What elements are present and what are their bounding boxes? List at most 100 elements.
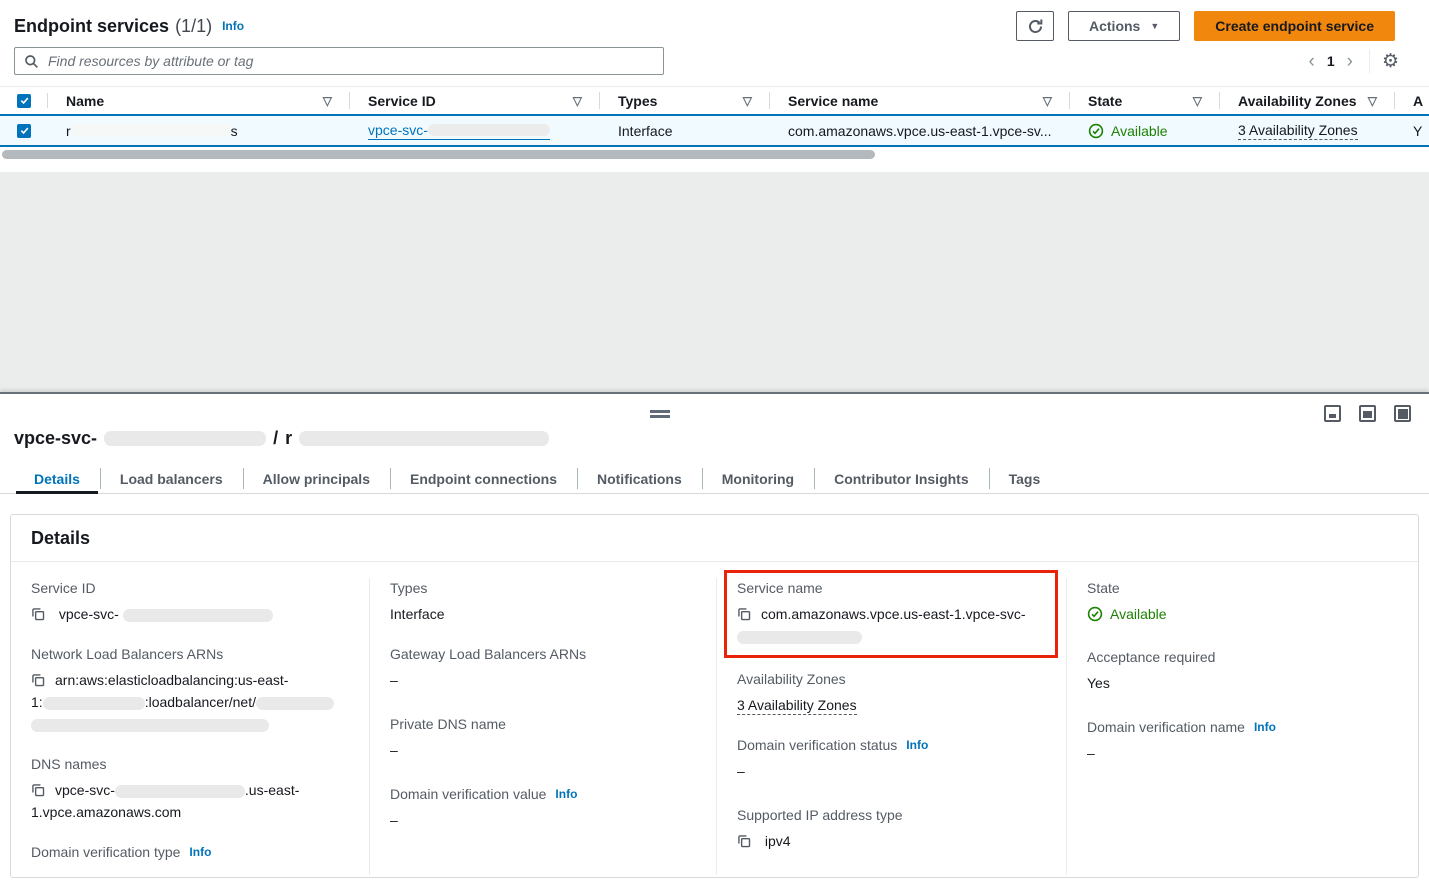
dns-name-line2: 1.vpce.amazonaws.com bbox=[31, 804, 181, 820]
service-name-highlight-box: Service name com.amazonaws.vpce.us-east-… bbox=[724, 570, 1058, 658]
field-value: – bbox=[737, 760, 1046, 782]
copy-icon[interactable] bbox=[31, 783, 45, 797]
field-value: – bbox=[1087, 742, 1398, 764]
info-link[interactable]: Info bbox=[555, 787, 577, 801]
field-glb-arns: Gateway Load Balancers ARNs – bbox=[390, 646, 696, 691]
table-row[interactable]: r s vpce-svc- Interface com.amazonaws.vp… bbox=[0, 114, 1429, 147]
actions-button[interactable]: Actions ▼ bbox=[1068, 11, 1180, 41]
tab-endpoint-connections[interactable]: Endpoint connections bbox=[390, 465, 577, 493]
select-all-checkbox-cell bbox=[0, 87, 48, 114]
field-value: – bbox=[390, 669, 696, 691]
field-label: Acceptance required bbox=[1087, 649, 1398, 665]
copy-icon[interactable] bbox=[31, 607, 45, 621]
pagination: ‹ 1 › ⚙ bbox=[1309, 49, 1400, 73]
split-panel-resize-handle[interactable] bbox=[650, 410, 670, 418]
field-dns-names: DNS names vpce-svc-.us-east- 1.vpce.amaz… bbox=[31, 756, 349, 823]
sort-icon[interactable]: ▽ bbox=[743, 94, 752, 108]
panel-size-small-icon bbox=[1329, 414, 1336, 418]
column-header-acceptance-partial[interactable]: A bbox=[1395, 87, 1429, 114]
copy-icon[interactable] bbox=[737, 834, 751, 848]
refresh-button[interactable] bbox=[1016, 11, 1054, 41]
column-header-acceptance-label: A bbox=[1413, 93, 1423, 109]
select-all-checkbox[interactable] bbox=[17, 94, 31, 108]
details-column-3: Service name com.amazonaws.vpce.us-east-… bbox=[716, 578, 1066, 875]
field-value: Yes bbox=[1087, 672, 1398, 694]
tab-monitoring[interactable]: Monitoring bbox=[702, 465, 814, 493]
field-availability-zones: Availability Zones 3 Availability Zones bbox=[737, 671, 1046, 716]
availability-zones-popover-trigger[interactable]: 3 Availability Zones bbox=[737, 697, 857, 715]
column-header-state[interactable]: State ▽ bbox=[1070, 87, 1220, 114]
redacted-text bbox=[43, 697, 145, 710]
selected-endpoint-title: vpce-svc- / r bbox=[14, 428, 549, 449]
field-value: com.amazonaws.vpce.us-east-1.vpce-svc- bbox=[737, 603, 1045, 647]
copy-icon[interactable] bbox=[31, 673, 45, 687]
column-header-types[interactable]: Types ▽ bbox=[600, 87, 770, 114]
redacted-text bbox=[71, 124, 231, 137]
panel-size-medium-button[interactable] bbox=[1359, 405, 1376, 422]
column-header-name[interactable]: Name ▽ bbox=[48, 87, 350, 114]
redacted-text bbox=[115, 785, 245, 798]
field-label: Service name bbox=[737, 580, 1045, 596]
field-domain-verification-status: Domain verification status Info – bbox=[737, 737, 1046, 782]
sort-icon[interactable]: ▽ bbox=[1193, 94, 1202, 108]
info-link[interactable]: Info bbox=[189, 845, 211, 859]
tab-load-balancers[interactable]: Load balancers bbox=[100, 465, 243, 493]
service-id-link[interactable]: vpce-svc- bbox=[368, 122, 550, 140]
page-header: Endpoint services (1/1) Info Actions ▼ C… bbox=[0, 0, 1429, 42]
panel-size-small-button[interactable] bbox=[1324, 405, 1341, 422]
pagination-page-number[interactable]: 1 bbox=[1327, 53, 1335, 69]
tab-allow-principals[interactable]: Allow principals bbox=[243, 465, 390, 493]
panel-title-prefix: vpce-svc- bbox=[14, 428, 97, 449]
search-box[interactable] bbox=[14, 47, 664, 75]
field-label: Types bbox=[390, 580, 696, 596]
dns-name-suffix: .us-east- bbox=[245, 782, 299, 798]
sort-icon[interactable]: ▽ bbox=[573, 94, 582, 108]
info-link[interactable]: Info bbox=[906, 738, 928, 752]
field-nlb-arns: Network Load Balancers ARNs arn:aws:elas… bbox=[31, 646, 349, 735]
service-id-value-prefix: vpce-svc- bbox=[59, 606, 119, 622]
supported-ip-value: ipv4 bbox=[765, 833, 791, 849]
field-service-name: Service name com.amazonaws.vpce.us-east-… bbox=[737, 580, 1045, 647]
caret-down-icon: ▼ bbox=[1150, 22, 1159, 31]
tab-notifications[interactable]: Notifications bbox=[577, 465, 702, 493]
tab-tags[interactable]: Tags bbox=[989, 465, 1061, 493]
row-checkbox[interactable] bbox=[17, 124, 31, 138]
tab-details[interactable]: Details bbox=[14, 465, 100, 493]
endpoint-services-table: Name ▽ Service ID ▽ Types ▽ Service name… bbox=[0, 86, 1429, 161]
page-info-link[interactable]: Info bbox=[222, 19, 244, 33]
row-acceptance-cell: Y bbox=[1395, 123, 1429, 139]
field-label: Service ID bbox=[31, 580, 349, 596]
field-domain-verification-value: Domain verification value Info – bbox=[390, 786, 696, 831]
row-service-id-cell: vpce-svc- bbox=[350, 122, 600, 140]
search-input[interactable] bbox=[46, 52, 654, 70]
split-panel: vpce-svc- / r Details Load balancers All… bbox=[0, 392, 1429, 886]
panel-size-large-button[interactable] bbox=[1394, 405, 1411, 422]
sort-icon[interactable]: ▽ bbox=[323, 94, 332, 108]
check-circle-icon bbox=[1088, 123, 1104, 139]
pagination-prev-button[interactable]: ‹ bbox=[1309, 52, 1315, 71]
pagination-next-button[interactable]: › bbox=[1347, 52, 1353, 71]
availability-zones-popover-trigger[interactable]: 3 Availability Zones bbox=[1238, 122, 1358, 140]
sort-icon[interactable]: ▽ bbox=[1043, 94, 1052, 108]
field-label: Domain verification status bbox=[737, 737, 897, 753]
info-link[interactable]: Info bbox=[1254, 720, 1276, 734]
field-private-dns-name: Private DNS name – bbox=[390, 716, 696, 761]
details-column-1: Service ID vpce-svc- Network Load Balanc… bbox=[11, 578, 369, 875]
details-card-body: Service ID vpce-svc- Network Load Balanc… bbox=[11, 562, 1418, 875]
column-header-availability-zones[interactable]: Availability Zones ▽ bbox=[1220, 87, 1395, 114]
column-header-service-name-label: Service name bbox=[788, 93, 878, 109]
tab-contributor-insights[interactable]: Contributor Insights bbox=[814, 465, 989, 493]
sort-icon[interactable]: ▽ bbox=[1368, 94, 1377, 108]
create-endpoint-service-button[interactable]: Create endpoint service bbox=[1194, 11, 1395, 41]
field-value: arn:aws:elasticloadbalancing:us-east- 1:… bbox=[31, 669, 349, 735]
table-settings-gear-icon[interactable]: ⚙ bbox=[1382, 52, 1399, 71]
field-value: – bbox=[390, 809, 696, 831]
column-header-service-id[interactable]: Service ID ▽ bbox=[350, 87, 600, 114]
horizontal-scrollbar-thumb[interactable] bbox=[2, 150, 875, 159]
column-header-service-name[interactable]: Service name ▽ bbox=[770, 87, 1070, 114]
field-value: – bbox=[31, 867, 349, 875]
details-card-heading: Details bbox=[11, 515, 1418, 562]
copy-icon[interactable] bbox=[737, 607, 751, 621]
field-label: Supported IP address type bbox=[737, 807, 1046, 823]
details-card: Details Service ID vpce-svc- Network Loa… bbox=[10, 514, 1419, 878]
